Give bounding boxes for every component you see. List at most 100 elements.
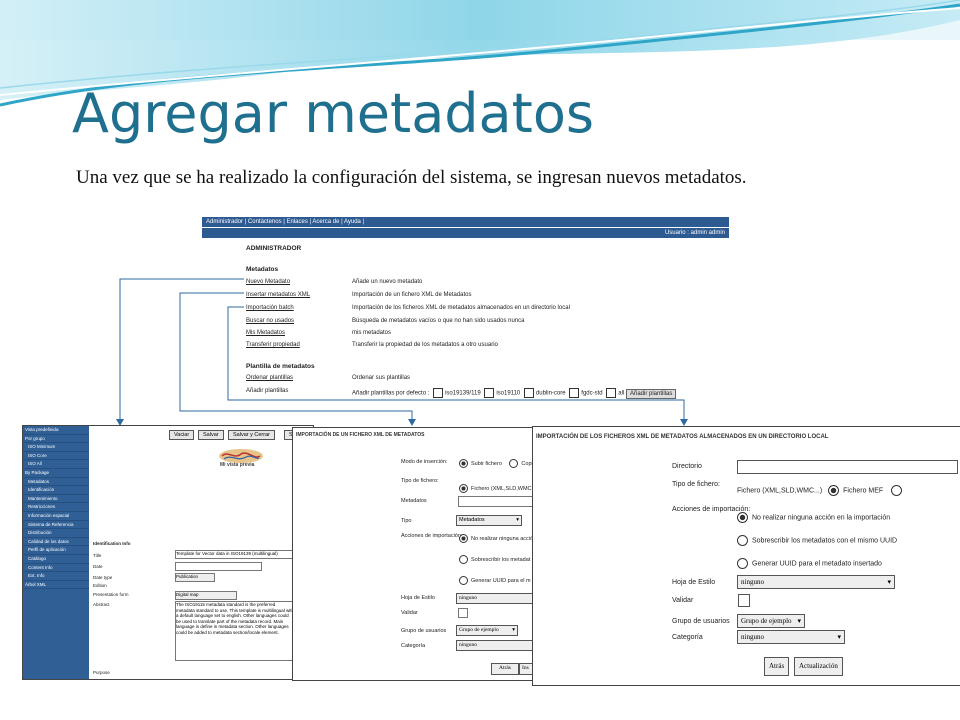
categoria-select-value: ninguno xyxy=(741,633,764,641)
checkbox-dublin-core[interactable] xyxy=(523,388,534,398)
sidebar-item[interactable]: ISO All xyxy=(23,460,89,469)
checkbox-iso19110[interactable] xyxy=(484,388,495,398)
template-iso19139: iso19139/119 xyxy=(445,390,481,397)
accion-2-radio[interactable] xyxy=(737,535,748,546)
atras-button[interactable]: Atrás xyxy=(491,663,519,675)
metadata-editor-screenshot: Vista predefinida Por grupo ISO Minimum … xyxy=(22,425,314,680)
actualizacion-button[interactable]: Actualización xyxy=(794,657,843,676)
hoja-estilo-select[interactable]: ninguno xyxy=(456,593,533,604)
directorio-input[interactable] xyxy=(737,460,958,474)
accion-1-radio[interactable] xyxy=(737,512,748,523)
hoja-estilo-select[interactable]: ninguno ▾ xyxy=(737,575,895,589)
grupo-usuarios-select[interactable]: Grupo de ejemplo ▾ xyxy=(456,625,518,636)
sidebar-item[interactable]: Ext. Info xyxy=(23,572,89,581)
link-insertar-xml[interactable]: Insertar metadatos XML xyxy=(246,292,310,298)
date-label: Date xyxy=(93,564,103,569)
sidebar-item[interactable]: Perfil de aplicación xyxy=(23,546,89,555)
accion-3-radio[interactable] xyxy=(737,558,748,569)
subir-fichero-label: Subir fichero xyxy=(471,460,502,467)
desc-insertar-xml: Importación de un fichero XML de Metadat… xyxy=(352,292,472,298)
sidebar-item[interactable]: Catálogo xyxy=(23,555,89,564)
link-importacion-batch[interactable]: Importación batch xyxy=(246,305,294,311)
vaciar-button[interactable]: Vaciar xyxy=(169,430,195,440)
accion-3-radio[interactable] xyxy=(459,576,468,585)
desc-importacion-batch: Importación de los ficheros XML de metad… xyxy=(352,305,570,311)
tipo-opt2-label: Fichero MEF xyxy=(843,487,884,495)
sidebar-item[interactable]: By Package xyxy=(23,469,89,478)
tipo-fichero-radio[interactable] xyxy=(459,484,468,493)
sidebar-item[interactable]: Información espacial xyxy=(23,512,89,521)
validar-checkbox[interactable] xyxy=(458,608,468,618)
subir-fichero-radio[interactable] xyxy=(459,459,468,468)
categoria-select[interactable]: ninguno ▾ xyxy=(737,630,845,644)
hoja-select-value: ninguno xyxy=(741,578,764,586)
grupo-usuarios-select[interactable]: Grupo de ejemplo ▾ xyxy=(737,614,805,628)
modo-insercion-label: Modo de inserción: xyxy=(401,459,448,465)
title-input[interactable]: Template for Vector data in ISO19139 (mu… xyxy=(175,550,297,559)
sidebar-item[interactable]: ISO Core xyxy=(23,452,89,461)
admin-user-bar: Usuario : admin admin xyxy=(202,228,729,238)
tipo-fichero-text: Fichero (XML,SLD,WMC xyxy=(471,485,532,492)
desc-nuevo-metadato: Añade un nuevo metadato xyxy=(352,279,423,285)
template-iso19110: iso19110 xyxy=(496,390,521,397)
editor-sidebar: Vista predefinida Por grupo ISO Minimum … xyxy=(23,426,89,679)
validar-checkbox[interactable] xyxy=(738,594,750,607)
date-type-select[interactable]: Publication xyxy=(175,573,215,582)
salvar-cerrar-button[interactable]: Salvar y Cerrar xyxy=(228,430,275,440)
sidebar-item[interactable]: ISO Minimum xyxy=(23,443,89,452)
tipo-fichero-label: Tipo de fichero: xyxy=(401,478,439,484)
sidebar-item[interactable]: Árbol XML xyxy=(23,581,89,590)
accion-3-label: Generar UUID para el metadato insertado xyxy=(752,560,882,568)
purpose-label: Purpose xyxy=(93,670,110,675)
sidebar-item[interactable]: Metadatos xyxy=(23,478,89,487)
edition-label: Edition xyxy=(93,583,107,588)
link-buscar-no-usados[interactable]: Buscar no usados xyxy=(246,318,294,324)
accion-2-radio[interactable] xyxy=(459,555,468,564)
abstract-label: Abstract xyxy=(93,602,110,607)
atras-button[interactable]: Atrás xyxy=(764,657,790,676)
link-mis-metadatos[interactable]: Mis Metadatos xyxy=(246,330,285,336)
checkbox-all[interactable] xyxy=(606,388,617,398)
tipo-fichero-label: Tipo de fichero: xyxy=(672,481,720,488)
abstract-textarea[interactable]: The ISO19115 metadata standard is the pr… xyxy=(175,601,295,661)
admin-menu-bar: Administrador | Contáctenos | Enlaces | … xyxy=(202,217,729,227)
link-nuevo-metadato[interactable]: Nuevo Metadato xyxy=(246,279,290,285)
link-transferir-propiedad[interactable]: Transferir propiedad xyxy=(246,342,300,348)
sidebar-item[interactable]: Mantenimiento xyxy=(23,495,89,504)
grupo-select-value: Grupo de ejemplo xyxy=(459,627,499,633)
validar-label: Validar xyxy=(672,597,694,604)
accion-2-label: Sobrescribir los metadat xyxy=(471,556,531,563)
sidebar-item[interactable]: Calidad de los datos xyxy=(23,538,89,547)
sidebar-item[interactable]: Identificación xyxy=(23,486,89,495)
tipo-select[interactable]: Metadatos ▾ xyxy=(456,515,522,526)
desc-mis-metadatos: mis metadatos xyxy=(352,330,392,336)
salvar-button[interactable]: Salvar xyxy=(198,430,224,440)
sidebar-item[interactable]: Vista predefinida xyxy=(23,426,89,435)
sidebar-item[interactable]: Por grupo xyxy=(23,435,89,444)
tipo-opt1-radio[interactable] xyxy=(828,485,840,496)
tipo-opt2-radio[interactable] xyxy=(891,485,903,496)
sidebar-item[interactable]: Restricciones xyxy=(23,503,89,512)
sidebar-item[interactable]: Distribución xyxy=(23,529,89,538)
admin-user-text: Usuario : admin admin xyxy=(664,230,725,236)
admin-menu-text[interactable]: Administrador | Contáctenos | Enlaces | … xyxy=(202,219,364,225)
checkbox-iso19139[interactable] xyxy=(433,388,444,398)
tipo-select-value: Metadatos xyxy=(459,517,485,523)
sidebar-item[interactable]: Sistema de Referencia xyxy=(23,521,89,530)
sidebar-item[interactable]: Content Info xyxy=(23,564,89,573)
copiar-radio[interactable] xyxy=(509,459,519,468)
grupo-usuarios-label: Grupo de usuarios xyxy=(401,628,447,634)
anadir-plantillas-button[interactable]: Añadir plantillas xyxy=(625,388,677,399)
checkbox-fgdc[interactable] xyxy=(569,388,580,398)
accion-1-radio[interactable] xyxy=(459,534,468,543)
link-ordenar-plantillas[interactable]: Ordenar plantillas xyxy=(246,375,293,381)
xml-import-title: IMPORTACIÓN DE UN FICHERO XML DE METADAT… xyxy=(296,432,425,438)
presentation-form-select[interactable]: Digital map xyxy=(175,591,237,600)
hoja-estilo-label: Hoja de Estilo xyxy=(672,579,716,586)
metadatos-file-input[interactable] xyxy=(458,496,533,507)
date-input[interactable] xyxy=(175,562,262,571)
template-fgdc: fgdc-std xyxy=(581,390,603,397)
admin-panel-screenshot: Administrador | Contáctenos | Enlaces | … xyxy=(202,217,729,407)
categoria-select[interactable]: ninguno xyxy=(456,640,533,651)
section-metadatos: Metadatos xyxy=(246,266,279,273)
